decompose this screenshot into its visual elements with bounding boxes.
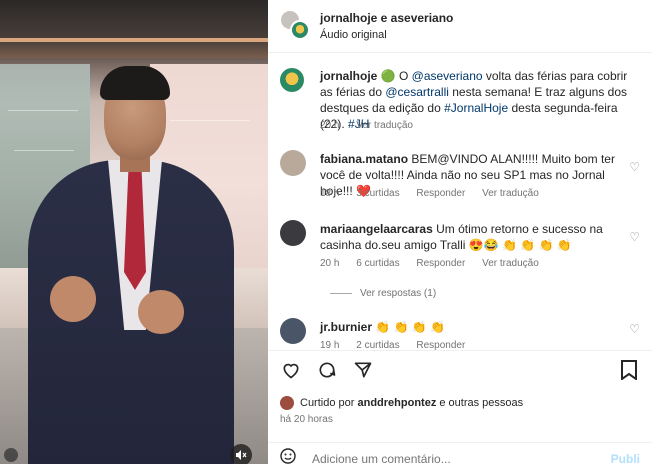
post-authors[interactable]: jornalhoje e aseveriano (320, 11, 453, 25)
bookmark-icon[interactable] (620, 360, 638, 385)
comment-text: 👏 👏 👏 👏 (375, 320, 446, 334)
heart-icon[interactable] (280, 360, 302, 382)
comment-time: 18 h (320, 188, 340, 199)
post-time: há 20 horas (280, 414, 333, 425)
comment-meta: 19 h 2 curtidas Responder (320, 340, 479, 350)
comment-likes[interactable]: 3 curtidas (356, 188, 399, 199)
avatar[interactable] (280, 396, 294, 410)
reply-button[interactable]: Responder (416, 188, 465, 199)
comment-author[interactable]: mariaangelaarcaras (320, 222, 433, 236)
view-replies-button[interactable]: Ver respostas (1) (330, 288, 450, 299)
mention-link[interactable]: @cesartralli (385, 85, 449, 99)
comment-input[interactable] (312, 452, 592, 464)
comment: jr.burnier 👏 👏 👏 👏 (320, 319, 638, 335)
heart-icon[interactable]: ♡ (629, 160, 640, 174)
speaker-muted-icon[interactable] (230, 444, 252, 464)
post-header: jornalhoje e aseveriano Áudio original (268, 0, 652, 53)
avatar[interactable] (290, 20, 310, 40)
video-corner-button[interactable] (4, 448, 18, 462)
audio-link[interactable]: Áudio original (320, 29, 387, 41)
caption-time: 20 h (320, 120, 340, 131)
presenter (0, 0, 268, 464)
comment-time: 19 h (320, 340, 340, 350)
comment-meta: 20 h 6 curtidas Responder Ver tradução (320, 258, 553, 269)
avatar[interactable] (280, 220, 306, 246)
comment-time: 20 h (320, 258, 340, 269)
emoji-icon[interactable] (280, 448, 296, 464)
heart-icon[interactable]: ♡ (629, 322, 640, 336)
comment-author[interactable]: jr.burnier (320, 320, 372, 334)
comment-bubble-icon[interactable] (316, 360, 338, 382)
see-translation-link[interactable]: Ver tradução (482, 258, 539, 269)
comment-bar: Publi (268, 442, 652, 464)
post-side-panel: jornalhoje e aseveriano Áudio original j… (268, 0, 652, 464)
caption-meta: 20 h Ver tradução (320, 120, 427, 131)
avatar[interactable] (280, 150, 306, 176)
replies-divider (330, 293, 352, 294)
presenter-left-hand (50, 276, 96, 322)
likes-user[interactable]: anddrehpontez (357, 397, 436, 409)
reel-video[interactable] (0, 0, 268, 464)
see-translation-link[interactable]: Ver tradução (356, 120, 413, 131)
see-translation-link[interactable]: Ver tradução (482, 188, 539, 199)
reply-button[interactable]: Responder (416, 340, 465, 350)
paper-plane-icon[interactable] (352, 360, 374, 382)
comment-meta: 18 h 3 curtidas Responder Ver tradução (320, 188, 553, 199)
divider (268, 350, 652, 351)
collab-avatars[interactable] (280, 10, 312, 42)
avatar[interactable] (280, 68, 304, 92)
comment: mariaangelaarcaras Um ótimo retorno e su… (320, 221, 638, 253)
post-actions (280, 360, 374, 382)
comment-likes[interactable]: 2 curtidas (356, 340, 399, 350)
caption-part: O (398, 69, 412, 83)
reply-button[interactable]: Responder (416, 258, 465, 269)
likes-suffix: e outras pessoas (436, 397, 524, 409)
comment-likes[interactable]: 6 curtidas (356, 258, 399, 269)
caption-badge-emoji: 🟢 (380, 69, 396, 83)
presenter-hair (100, 66, 170, 100)
caption-author[interactable]: jornalhoje (320, 69, 377, 83)
avatar[interactable] (280, 318, 306, 344)
mention-link[interactable]: @aseveriano (412, 69, 483, 83)
likes-summary[interactable]: Curtido por anddrehpontez e outras pesso… (280, 396, 523, 410)
likes-prefix: Curtido por (300, 397, 358, 409)
heart-icon[interactable]: ♡ (629, 230, 640, 244)
publish-button[interactable]: Publi (611, 452, 640, 464)
comment-author[interactable]: fabiana.matano (320, 152, 408, 166)
hashtag-link[interactable]: #JornalHoje (444, 101, 508, 115)
view-replies-label[interactable]: Ver respostas (1) (360, 288, 436, 299)
presenter-right-hand (138, 290, 184, 334)
